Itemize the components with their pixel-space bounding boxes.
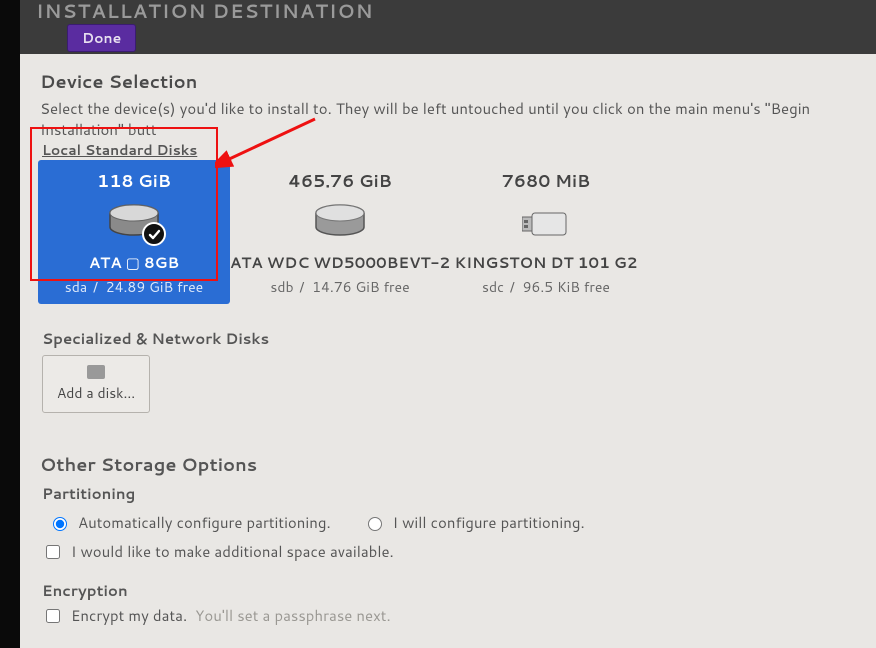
other-storage-heading: Other Storage Options <box>40 451 860 477</box>
local-disks-row: 118 GiB ATA ▢ 8GB sda / 24.89 GiB free <box>38 160 860 304</box>
encryption-legend: Encryption <box>42 580 860 601</box>
reclaim-space-input[interactable] <box>46 545 60 559</box>
disk-size: 465.76 GiB <box>288 169 392 193</box>
device-selection-heading: Device Selection <box>40 68 860 94</box>
hard-drive-icon <box>312 203 368 242</box>
done-button[interactable]: Done <box>67 24 136 52</box>
add-disk-icon <box>87 365 105 379</box>
encrypt-input[interactable] <box>46 609 60 623</box>
usb-drive-icon <box>518 203 574 242</box>
titlebar: INSTALLATION DESTINATION Done <box>20 0 876 54</box>
hard-drive-icon <box>106 203 162 242</box>
manual-partition-label: I will configure partitioning. <box>393 512 585 533</box>
encrypt-checkbox[interactable]: Encrypt my data. You'll set a passphrase… <box>42 605 860 626</box>
disk-sda[interactable]: 118 GiB ATA ▢ 8GB sda / 24.89 GiB free <box>38 160 230 304</box>
disk-free: sdb / 14.76 GiB free <box>270 277 409 297</box>
add-disk-label: Add a disk... <box>57 383 135 403</box>
disk-sdb[interactable]: 465.76 GiB ATA WDC WD5000BEVT-2 sdb / 14… <box>244 160 436 304</box>
disk-free: sdc / 96.5 KiB free <box>482 277 610 297</box>
disk-name: KINGSTON DT 101 G2 <box>455 252 638 273</box>
check-icon <box>142 222 166 246</box>
disk-size: 118 GiB <box>97 169 171 193</box>
disk-sdc[interactable]: 7680 MiB KINGSTON DT 101 G2 sdc / 96.5 K… <box>450 160 642 304</box>
auto-partition-input[interactable] <box>53 517 67 531</box>
disk-free: sda / 24.89 GiB free <box>65 277 203 297</box>
disk-size: 7680 MiB <box>502 169 590 193</box>
local-disks-legend: Local Standard Disks <box>42 140 860 160</box>
reclaim-space-checkbox[interactable]: I would like to make additional space av… <box>42 541 860 562</box>
device-selection-description: Select the device(s) you'd like to insta… <box>40 98 860 140</box>
add-disk-button[interactable]: Add a disk... <box>42 355 150 413</box>
reclaim-space-label: I would like to make additional space av… <box>71 541 394 562</box>
encrypt-hint: You'll set a passphrase next. <box>195 605 391 626</box>
manual-partition-input[interactable] <box>368 517 382 531</box>
main-panel: Device Selection Select the device(s) yo… <box>20 54 876 648</box>
auto-partition-radio[interactable]: Automatically configure partitioning. <box>48 512 331 533</box>
partitioning-legend: Partitioning <box>42 483 860 504</box>
disk-name: ATA ▢ 8GB <box>89 252 179 273</box>
disk-name: ATA WDC WD5000BEVT-2 <box>230 252 450 273</box>
encrypt-label: Encrypt my data. <box>71 605 187 626</box>
network-disks-legend: Specialized & Network Disks <box>42 328 860 349</box>
auto-partition-label: Automatically configure partitioning. <box>78 512 331 533</box>
page-title: INSTALLATION DESTINATION <box>36 0 374 25</box>
screen: INSTALLATION DESTINATION Done Device Sel… <box>0 0 876 648</box>
manual-partition-radio[interactable]: I will configure partitioning. <box>363 512 585 533</box>
